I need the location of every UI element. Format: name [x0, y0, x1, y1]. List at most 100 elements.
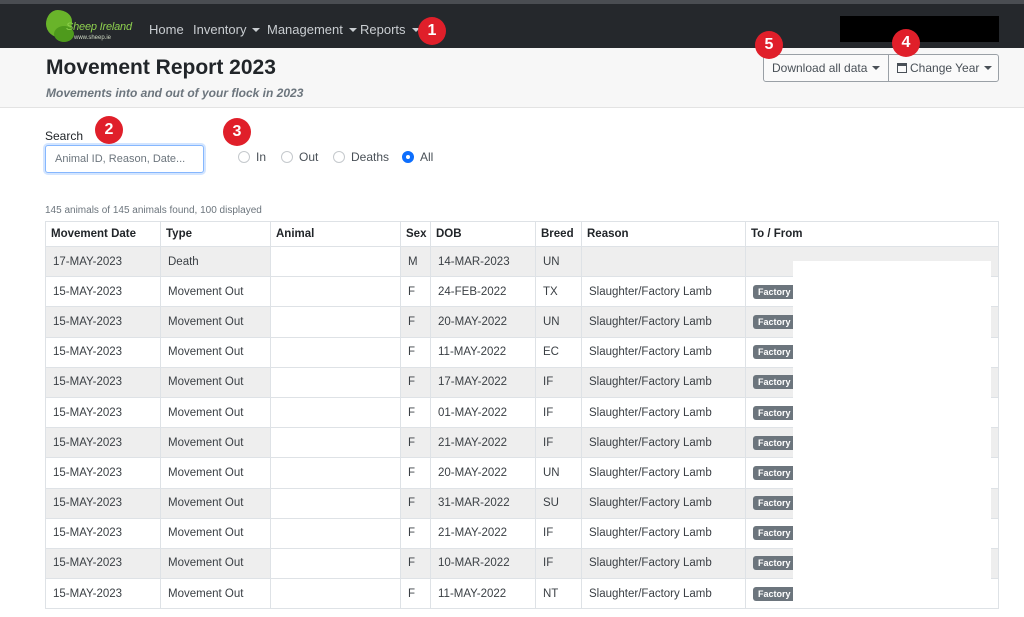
- filter-in-label: In: [256, 150, 267, 164]
- redacted-user-area: [840, 16, 999, 42]
- cell-dob: 21-MAY-2022: [430, 517, 536, 549]
- cell-reason: Slaughter/Factory Lamb: [581, 578, 746, 610]
- column-header-breed[interactable]: Breed: [535, 221, 582, 247]
- cell-dob: 10-MAR-2022: [430, 547, 536, 580]
- sheep-ireland-logo[interactable]: Sheep Ireland www.sheep.ie: [46, 10, 132, 44]
- cell-sex: F: [400, 366, 431, 398]
- cell-sex: F: [400, 487, 431, 519]
- filter-radio-out[interactable]: Out: [281, 150, 318, 164]
- cell-breed: NT: [535, 578, 582, 610]
- annotation-badge-1: 1: [418, 17, 446, 45]
- download-all-data-label: Download all data: [772, 61, 868, 75]
- cell-breed: UN: [535, 457, 582, 489]
- cell-reason: Slaughter/Factory Lamb: [581, 517, 746, 549]
- cell-movement-date: 15-MAY-2023: [45, 366, 161, 398]
- cell-animal: [270, 366, 401, 398]
- column-header-dob[interactable]: DOB: [430, 221, 536, 247]
- column-header-sex[interactable]: Sex: [400, 221, 431, 247]
- search-label: Search: [45, 129, 84, 143]
- cell-breed: IF: [535, 396, 582, 429]
- download-all-data-button[interactable]: Download all data: [763, 54, 889, 82]
- cell-movement-date: 15-MAY-2023: [45, 336, 161, 368]
- filter-radio-in[interactable]: In: [238, 150, 266, 164]
- column-header-to-from[interactable]: To / From: [745, 221, 999, 247]
- cell-breed: IF: [535, 427, 582, 459]
- change-year-label: Change Year: [910, 61, 980, 75]
- cell-movement-date: 15-MAY-2023: [45, 547, 161, 580]
- nav-home-label: Home: [149, 22, 184, 37]
- cell-dob: 14-MAR-2023: [430, 245, 536, 278]
- cell-breed: TX: [535, 276, 582, 308]
- nav-home[interactable]: Home: [149, 22, 184, 37]
- destination-badge: Factory: [753, 284, 796, 299]
- annotation-badge-4: 4: [892, 29, 920, 57]
- cell-animal: [270, 396, 401, 429]
- filter-radio-all[interactable]: All: [402, 150, 433, 164]
- cell-sex: F: [400, 336, 431, 368]
- nav-inventory[interactable]: Inventory: [193, 22, 261, 37]
- cell-reason: Slaughter/Factory Lamb: [581, 547, 746, 580]
- cell-movement-date: 15-MAY-2023: [45, 457, 161, 489]
- column-header-type[interactable]: Type: [160, 221, 271, 247]
- cell-animal: [270, 276, 401, 308]
- nav-reports[interactable]: Reports: [360, 22, 420, 37]
- cell-breed: SU: [535, 487, 582, 519]
- filter-out-label: Out: [299, 150, 319, 164]
- cell-movement-date: 15-MAY-2023: [45, 396, 161, 429]
- page-subtitle: Movements into and out of your flock in …: [46, 86, 304, 100]
- cell-dob: 24-FEB-2022: [430, 276, 536, 308]
- column-header-animal[interactable]: Animal: [270, 221, 401, 247]
- logo-url-text: www.sheep.ie: [74, 35, 112, 41]
- chevron-down-icon: [252, 27, 261, 32]
- nav-inventory-label: Inventory: [193, 22, 247, 37]
- cell-dob: 11-MAY-2022: [430, 336, 536, 368]
- cell-sex: F: [400, 276, 431, 308]
- cell-animal: [270, 517, 401, 549]
- redacted-destination-area: [793, 261, 991, 607]
- cell-sex: F: [400, 517, 431, 549]
- cell-sex: F: [400, 578, 431, 610]
- cell-reason: Slaughter/Factory Lamb: [581, 457, 746, 489]
- cell-reason: [581, 245, 746, 278]
- cell-type: Movement Out: [160, 396, 271, 429]
- cell-animal: [270, 547, 401, 580]
- destination-badge: Factory: [753, 526, 796, 541]
- destination-badge: Factory: [753, 345, 796, 360]
- cell-type: Movement Out: [160, 517, 271, 549]
- column-header-reason[interactable]: Reason: [581, 221, 746, 247]
- cell-reason: Slaughter/Factory Lamb: [581, 336, 746, 368]
- chevron-down-icon: [984, 65, 993, 70]
- cell-movement-date: 15-MAY-2023: [45, 487, 161, 519]
- cell-breed: IF: [535, 547, 582, 580]
- change-year-button[interactable]: Change Year: [888, 54, 999, 82]
- cell-reason: Slaughter/Factory Lamb: [581, 396, 746, 429]
- cell-movement-date: 15-MAY-2023: [45, 427, 161, 459]
- cell-breed: IF: [535, 517, 582, 549]
- cell-breed: UN: [535, 306, 582, 338]
- radio-button-selected-icon: [402, 150, 414, 163]
- cell-dob: 01-MAY-2022: [430, 396, 536, 429]
- destination-badge: Factory: [753, 496, 796, 511]
- cell-animal: [270, 427, 401, 459]
- search-input[interactable]: [45, 145, 204, 173]
- nav-management-label: Management: [267, 22, 343, 37]
- cell-animal: [270, 336, 401, 368]
- filter-deaths-label: Deaths: [351, 150, 390, 164]
- cell-type: Movement Out: [160, 457, 271, 489]
- chevron-down-icon: [348, 27, 357, 32]
- cell-reason: Slaughter/Factory Lamb: [581, 366, 746, 398]
- cell-dob: 20-MAY-2022: [430, 457, 536, 489]
- cell-animal: [270, 457, 401, 489]
- cell-type: Movement Out: [160, 547, 271, 580]
- nav-management[interactable]: Management: [267, 22, 357, 37]
- destination-badge: Factory: [753, 435, 796, 450]
- filter-radio-deaths[interactable]: Deaths: [333, 150, 389, 164]
- cell-reason: Slaughter/Factory Lamb: [581, 427, 746, 459]
- column-header-movement-date[interactable]: Movement Date: [45, 221, 161, 247]
- destination-badge: Factory: [753, 314, 796, 329]
- destination-badge: Factory: [753, 465, 796, 480]
- destination-badge: Factory: [753, 375, 796, 390]
- logo-brand-text: Sheep Ireland: [66, 21, 132, 33]
- cell-breed: EC: [535, 336, 582, 368]
- cell-breed: UN: [535, 245, 582, 278]
